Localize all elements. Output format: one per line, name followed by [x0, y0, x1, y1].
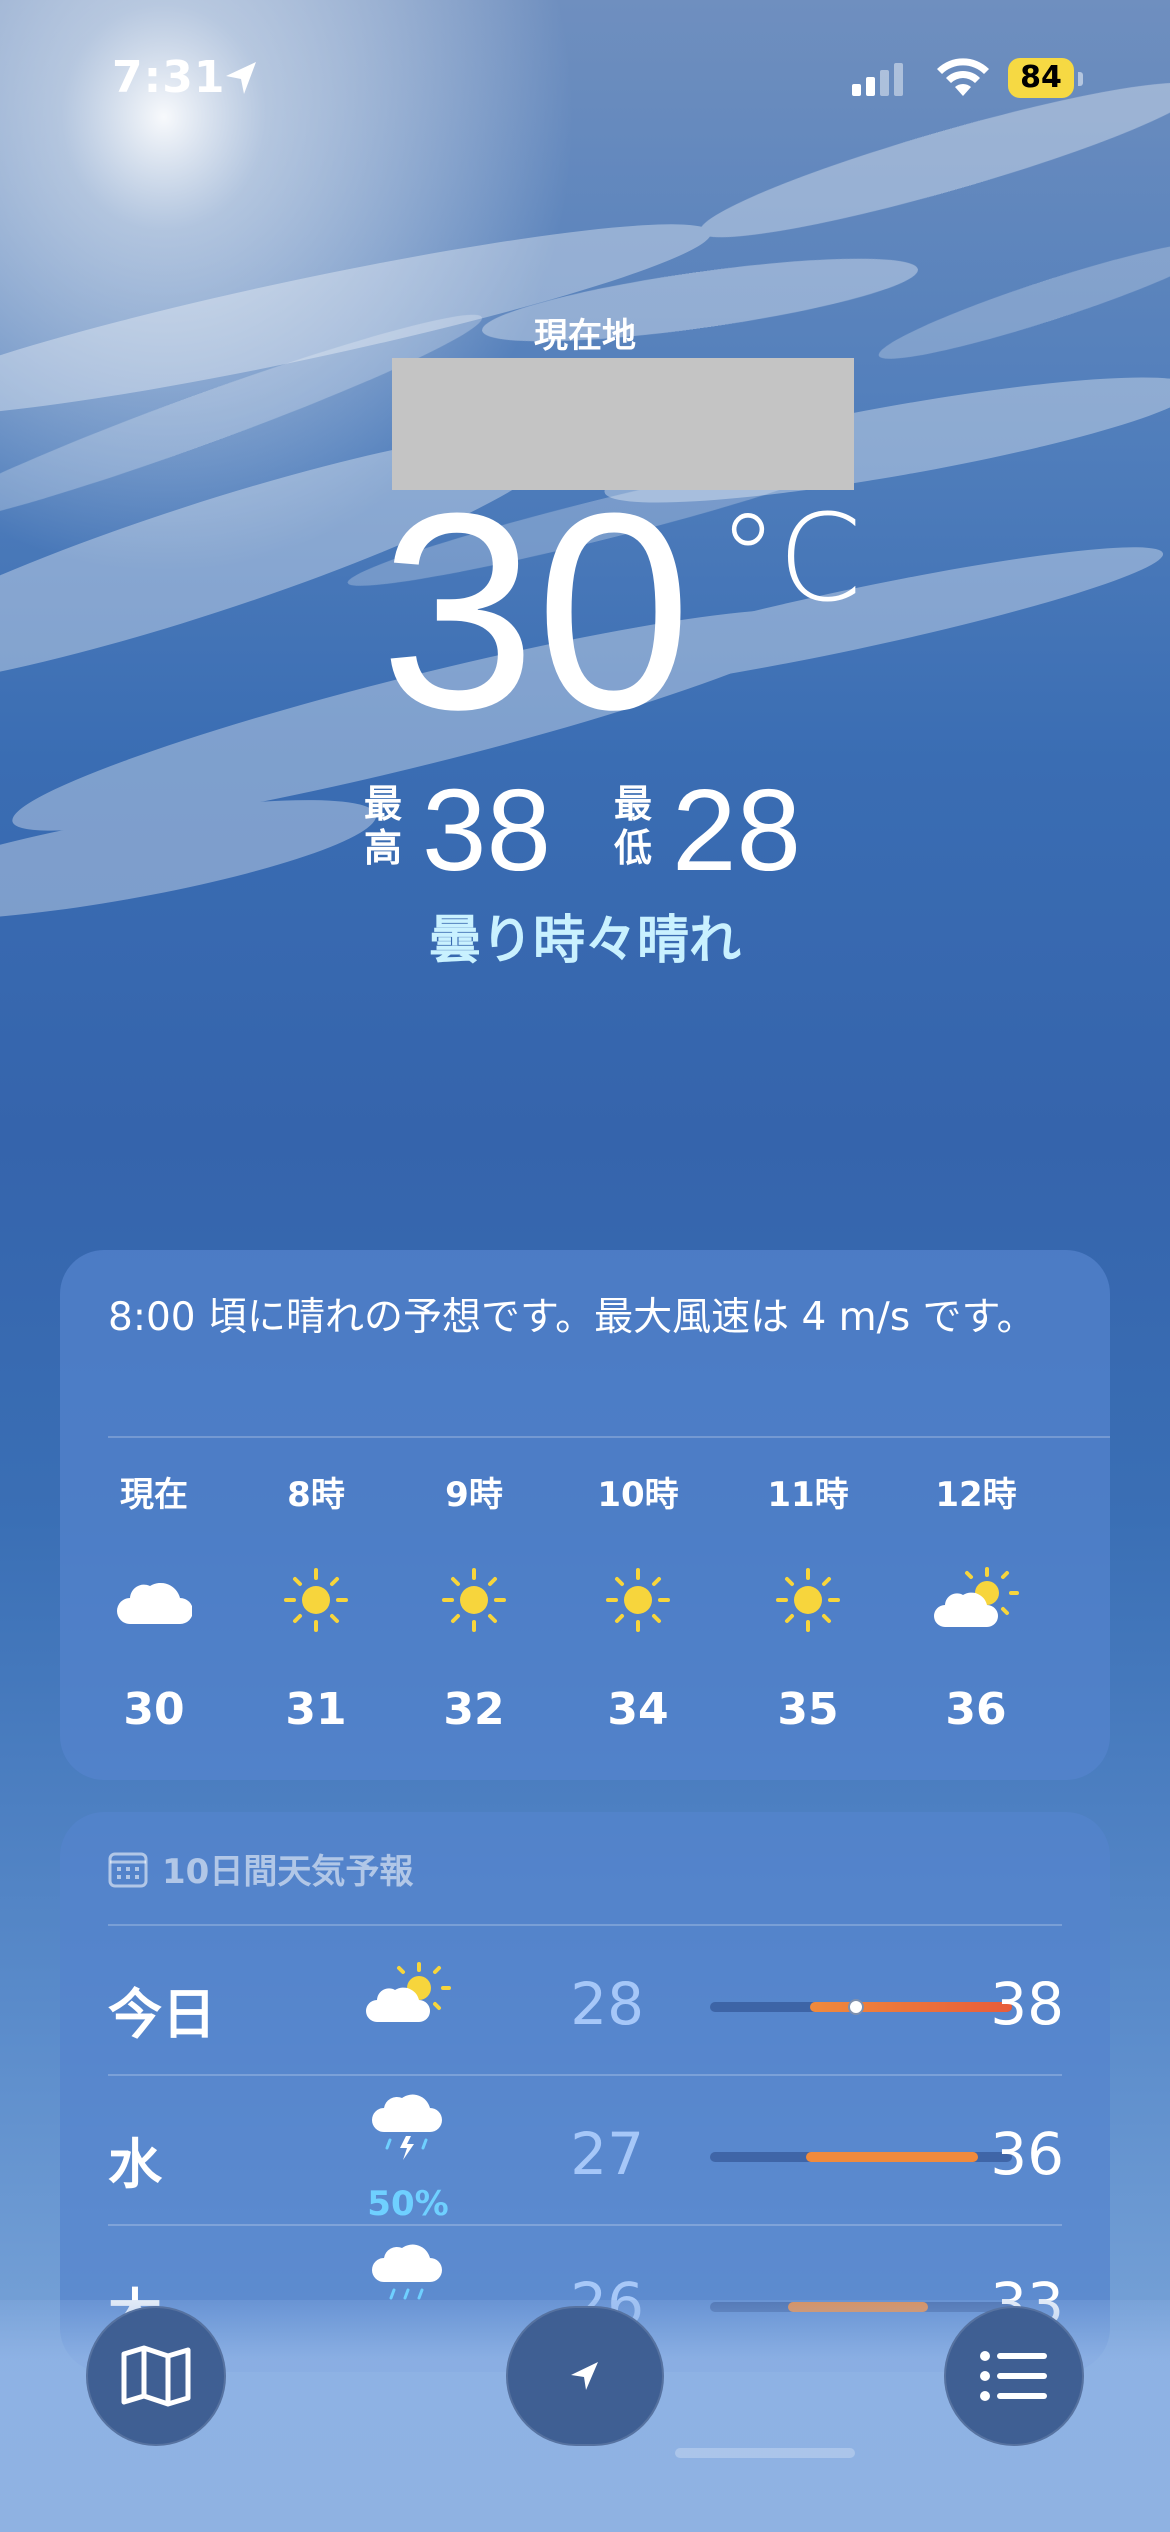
- hour-label: 10時: [597, 1475, 679, 1515]
- hour-label: 1: [1080, 1470, 1110, 1520]
- thunderstorm-icon: [372, 2094, 442, 2160]
- home-indicator: [675, 2448, 855, 2458]
- condition-text: 曇り時々晴れ: [428, 911, 741, 971]
- high-value: 38: [422, 765, 552, 895]
- current-temp-marker: [848, 1999, 864, 2015]
- divider: [108, 2074, 1062, 2076]
- ten-day-header: 10日間天気予報: [108, 1844, 413, 1893]
- divider: [108, 2224, 1062, 2226]
- hour-item: 8時 31: [256, 1470, 376, 1735]
- location-label: 現在地: [534, 316, 636, 356]
- temp-range-bar: [710, 1999, 1012, 2015]
- high-label: 最高: [363, 782, 402, 870]
- hour-temp: 32: [443, 1684, 505, 1735]
- day-low: 27: [570, 2120, 644, 2188]
- city-list-button[interactable]: [944, 2306, 1084, 2446]
- hour-temp: 36: [945, 1684, 1007, 1735]
- location-arrow-icon: [571, 2362, 598, 2390]
- status-bar: 7:31 84: [0, 52, 1170, 112]
- sun-icon: [284, 1568, 348, 1632]
- day-row[interactable]: 水 50% 27 36: [108, 2078, 1064, 2228]
- cellular-signal-icon: [852, 63, 903, 96]
- sun-icon: [1107, 1567, 1110, 1633]
- temp-range-bar: [710, 2152, 1012, 2162]
- day-high: 36: [990, 2120, 1064, 2188]
- temp-range-fill: [810, 2002, 1012, 2012]
- temperature-unit: °C: [718, 490, 862, 629]
- hour-label: 11時: [767, 1475, 849, 1515]
- day-name: 今日: [108, 1983, 216, 2046]
- hour-item: 1: [1080, 1470, 1110, 1684]
- battery-tip: [1078, 72, 1083, 86]
- sun-icon: [606, 1568, 670, 1632]
- hourly-list[interactable]: 現在 30 8時 31 9時 32 10時 34 11時 35 12時 36: [108, 1470, 1110, 1770]
- low-label: 最低: [613, 782, 652, 870]
- list-icon: [980, 2351, 1047, 2401]
- ten-day-forecast-card[interactable]: 10日間天気予報 今日 28 38 水 50% 27 36 木 26 33: [60, 1812, 1110, 2372]
- hour-item: 現在 30: [108, 1470, 214, 1735]
- day-high: 38: [990, 1970, 1064, 2038]
- hour-label: 現在: [120, 1475, 188, 1515]
- sun-icon: [776, 1568, 840, 1632]
- day-low: 28: [570, 1970, 644, 2038]
- hour-item: 10時 34: [578, 1470, 698, 1735]
- current-location-button[interactable]: [506, 2306, 664, 2446]
- hour-item: 9時 32: [414, 1470, 534, 1735]
- hour-temp: 34: [607, 1684, 669, 1735]
- hourly-forecast-card[interactable]: 8:00 頃に晴れの予想です。最大風速は 4 m/s です。 現在 30 8時 …: [60, 1250, 1110, 1780]
- temperature-value: 30: [380, 456, 692, 768]
- divider: [108, 1436, 1110, 1438]
- high-low: 最高 38 最低 28: [0, 765, 1170, 895]
- calendar-icon: [108, 1852, 148, 1887]
- location-services-icon: [226, 62, 256, 94]
- hour-label: 8時: [287, 1475, 345, 1515]
- status-time: 7:31: [112, 52, 226, 103]
- hour-item: 11時 35: [748, 1470, 868, 1735]
- day-name: 水: [108, 2133, 162, 2196]
- hour-temp: 35: [777, 1684, 839, 1735]
- hour-item: 12時 36: [916, 1470, 1036, 1735]
- map-icon: [121, 2345, 191, 2407]
- temp-range-fill: [806, 2152, 978, 2162]
- cloud-icon: [117, 1582, 192, 1624]
- hourly-summary: 8:00 頃に晴れの予想です。最大風速は 4 m/s です。: [108, 1295, 1036, 1340]
- wifi-icon: [937, 58, 989, 96]
- hour-temp: 30: [123, 1684, 185, 1735]
- current-temperature: 30 °C: [380, 472, 880, 752]
- partly-sunny-icon: [366, 1962, 451, 2022]
- day-row[interactable]: 今日 28 38: [108, 1928, 1064, 2078]
- hour-temp: 31: [285, 1684, 347, 1735]
- precip-chance: 50%: [367, 2184, 449, 2224]
- map-button[interactable]: [86, 2306, 226, 2446]
- ten-day-header-label: 10日間天気予報: [162, 1852, 414, 1892]
- sun-icon: [442, 1568, 506, 1632]
- hour-label: 12時: [935, 1475, 1017, 1515]
- partly-sunny-icon: [934, 1567, 1019, 1627]
- battery-indicator: 84: [1008, 58, 1074, 98]
- divider: [108, 1924, 1062, 1926]
- hour-label: 9時: [445, 1475, 503, 1515]
- low-value: 28: [672, 765, 802, 895]
